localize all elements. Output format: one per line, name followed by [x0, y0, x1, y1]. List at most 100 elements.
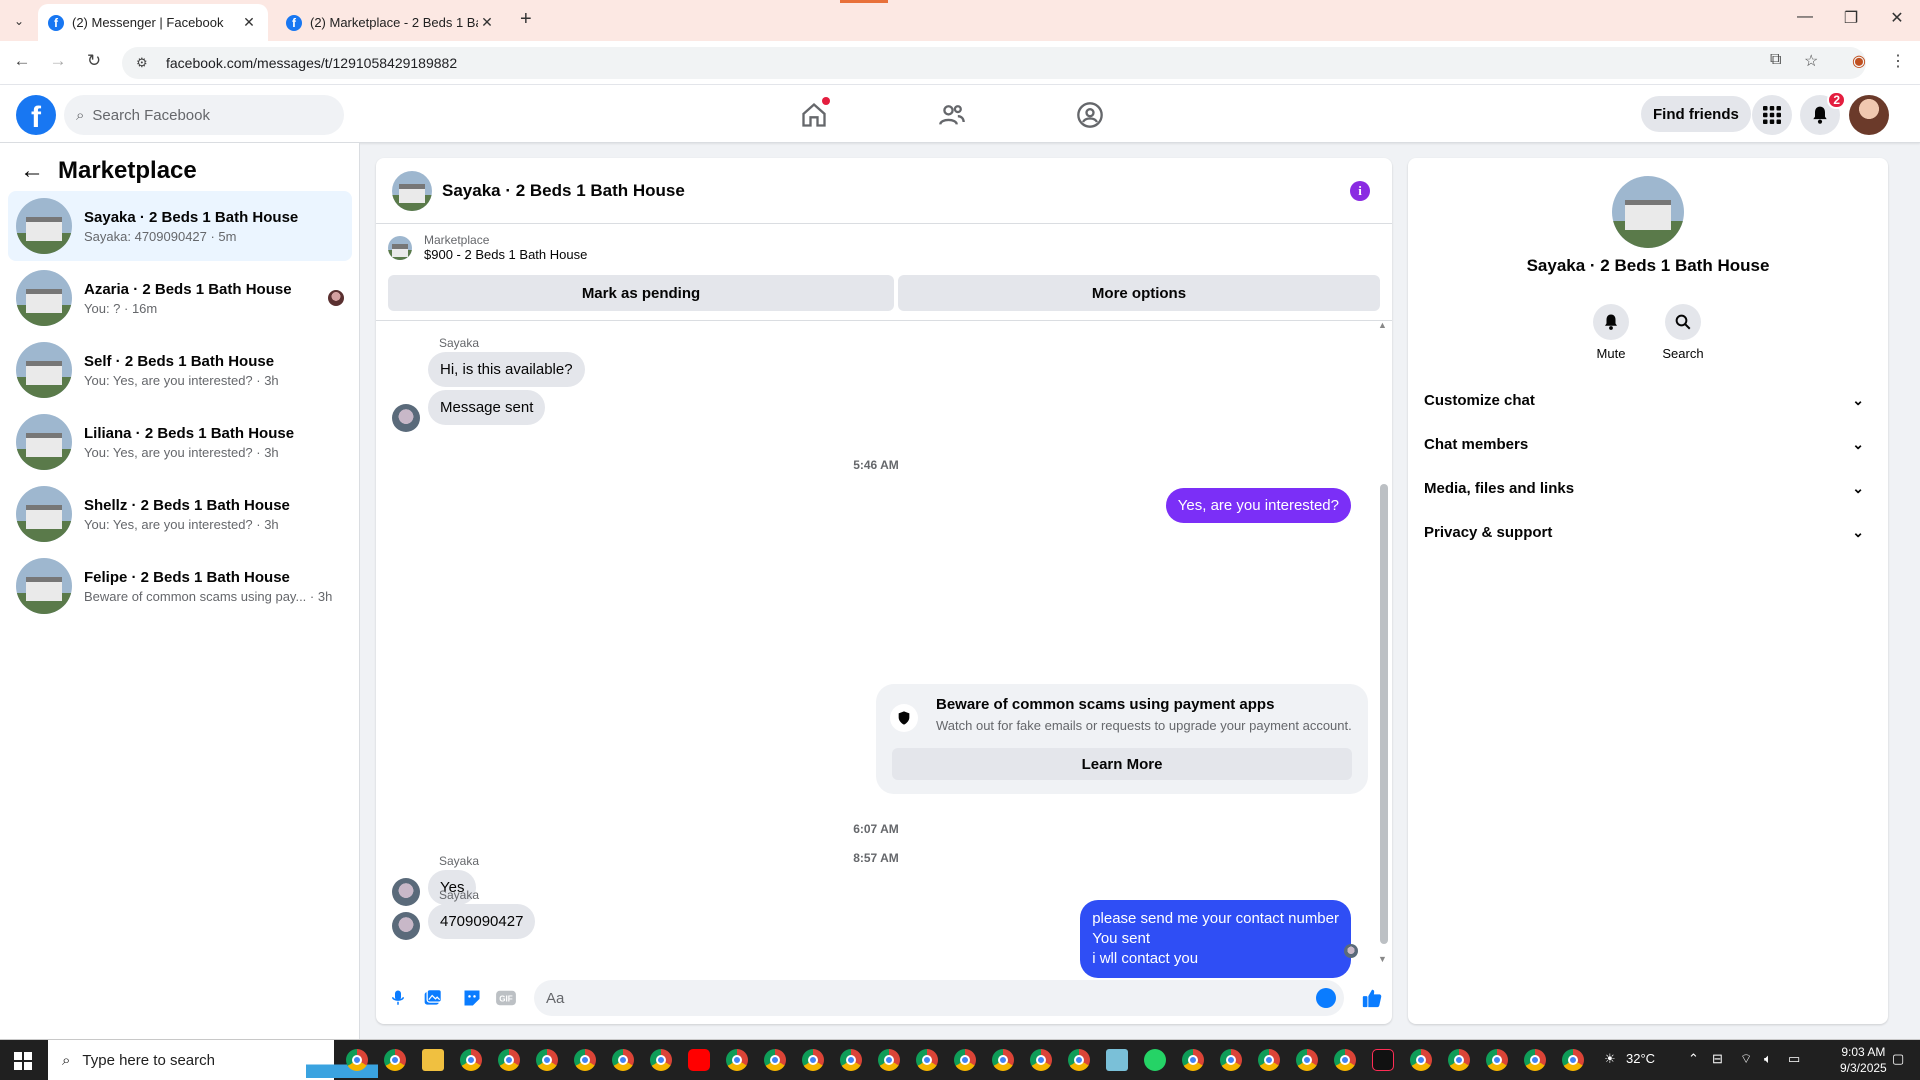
- taskbar-clock[interactable]: 9:03 AM 9/3/2025: [1840, 1044, 1887, 1076]
- chrome-app-icon[interactable]: [1296, 1049, 1318, 1071]
- show-hidden-icons-icon[interactable]: ⌃: [1688, 1051, 1699, 1067]
- whatsapp-icon[interactable]: [1144, 1049, 1166, 1071]
- photo-icon[interactable]: [421, 986, 445, 1010]
- sticker-icon[interactable]: [460, 986, 484, 1010]
- chrome-app-icon[interactable]: [498, 1049, 520, 1071]
- chrome-app-icon[interactable]: [1448, 1049, 1470, 1071]
- emoji-icon[interactable]: [1316, 988, 1336, 1008]
- conversation-item[interactable]: Liliana · 2 Beds 1 Bath House You: Yes, …: [8, 407, 352, 477]
- bookmark-star-icon[interactable]: ☆: [1804, 51, 1818, 71]
- chrome-app-icon[interactable]: [1030, 1049, 1052, 1071]
- chrome-app-icon[interactable]: [1258, 1049, 1280, 1071]
- microphone-icon[interactable]: [386, 986, 410, 1010]
- chat-thumbnail[interactable]: [392, 170, 432, 211]
- volume-icon[interactable]: 🔈︎: [1764, 1051, 1772, 1067]
- chrome-app-icon[interactable]: [536, 1049, 558, 1071]
- menu-grid-icon[interactable]: [1752, 95, 1792, 135]
- weather-icon[interactable]: ☀: [1604, 1051, 1616, 1067]
- chrome-app-icon[interactable]: [878, 1049, 900, 1071]
- conversation-item[interactable]: Felipe · 2 Beds 1 Bath House Beware of c…: [8, 551, 352, 621]
- chrome-app-icon[interactable]: [1182, 1049, 1204, 1071]
- gif-icon[interactable]: GIF: [494, 986, 518, 1010]
- scrollbar-thumb[interactable]: [1380, 484, 1388, 944]
- chat-scrollbar[interactable]: ▲ ▼: [1378, 320, 1388, 964]
- chat-members-section[interactable]: Chat members ⌄: [1424, 422, 1872, 466]
- back-arrow-icon[interactable]: ←: [20, 157, 44, 185]
- home-icon[interactable]: [796, 97, 832, 133]
- like-thumb-icon[interactable]: [1360, 986, 1384, 1010]
- chrome-app-icon[interactable]: [650, 1049, 672, 1071]
- chrome-app-icon[interactable]: [954, 1049, 976, 1071]
- chrome-app-icon[interactable]: [384, 1049, 406, 1071]
- conversation-item[interactable]: Sayaka · 2 Beds 1 Bath House Sayaka: 470…: [8, 191, 352, 261]
- customize-chat-section[interactable]: Customize chat ⌄: [1424, 378, 1872, 422]
- profile-icon[interactable]: ◉: [1852, 51, 1866, 71]
- chrome-app-icon[interactable]: [1220, 1049, 1242, 1071]
- chrome-app-icon[interactable]: [802, 1049, 824, 1071]
- close-tab-icon[interactable]: ✕: [240, 14, 258, 31]
- scroll-up-icon[interactable]: ▲: [1378, 320, 1387, 330]
- chrome-app-icon[interactable]: [1562, 1049, 1584, 1071]
- chrome-app-icon[interactable]: [1334, 1049, 1356, 1071]
- install-app-icon[interactable]: ⧉: [1770, 51, 1781, 69]
- chrome-app-icon[interactable]: [1410, 1049, 1432, 1071]
- account-avatar[interactable]: [1849, 95, 1889, 135]
- scroll-down-icon[interactable]: ▼: [1378, 954, 1387, 964]
- facebook-logo[interactable]: f: [16, 95, 56, 135]
- facebook-search-input[interactable]: ⌕ Search Facebook: [64, 95, 344, 135]
- taskbar-search-input[interactable]: ⌕ Type here to search: [48, 1040, 378, 1080]
- chrome-app-icon[interactable]: [764, 1049, 786, 1071]
- windows-start-icon[interactable]: [14, 1052, 32, 1070]
- more-options-button[interactable]: More options: [898, 275, 1380, 311]
- battery-icon[interactable]: ▭: [1788, 1051, 1800, 1067]
- file-explorer-icon[interactable]: [422, 1049, 444, 1071]
- privacy-support-section[interactable]: Privacy & support ⌄: [1424, 510, 1872, 554]
- chrome-app-icon[interactable]: [916, 1049, 938, 1071]
- bell-icon[interactable]: 2: [1800, 91, 1846, 135]
- maximize-icon[interactable]: ❐: [1828, 8, 1874, 28]
- notifications-icon[interactable]: ▢: [1892, 1051, 1904, 1067]
- groups-icon[interactable]: [1072, 97, 1108, 133]
- mute-button[interactable]: Mute: [1576, 304, 1646, 361]
- close-tab-icon[interactable]: ✕: [478, 14, 496, 31]
- media-files-links-section[interactable]: Media, files and links ⌄: [1424, 466, 1872, 510]
- chat-title[interactable]: Sayaka · 2 Beds 1 Bath House: [442, 181, 685, 201]
- youtube-icon[interactable]: [688, 1049, 710, 1071]
- tab-marketplace[interactable]: f (2) Marketplace - 2 Beds 1 Bath ✕: [276, 4, 506, 41]
- chrome-app-icon[interactable]: [1068, 1049, 1090, 1071]
- new-tab-icon[interactable]: +: [520, 8, 532, 31]
- minimize-icon[interactable]: —: [1782, 8, 1828, 26]
- search-conversation-button[interactable]: Search: [1648, 304, 1718, 361]
- chrome-app-icon[interactable]: [574, 1049, 596, 1071]
- chrome-app-icon[interactable]: [840, 1049, 862, 1071]
- tab-search-icon[interactable]: ⌄: [8, 10, 30, 32]
- chrome-app-icon[interactable]: [612, 1049, 634, 1071]
- mark-as-pending-button[interactable]: Mark as pending: [388, 275, 894, 311]
- chrome-app-icon[interactable]: [1486, 1049, 1508, 1071]
- message-input[interactable]: Aa: [534, 980, 1344, 1016]
- chrome-app-icon[interactable]: [992, 1049, 1014, 1071]
- tab-messenger[interactable]: f (2) Messenger | Facebook ✕: [38, 4, 268, 41]
- wifi-icon[interactable]: ⌔: [1740, 1051, 1752, 1067]
- tiktok-icon[interactable]: [1372, 1049, 1394, 1071]
- reload-icon[interactable]: ↻: [82, 51, 106, 71]
- url-bar[interactable]: ⚙ facebook.com/messages/t/12910584291898…: [122, 47, 1866, 79]
- chrome-app-icon[interactable]: [460, 1049, 482, 1071]
- listing-info[interactable]: Marketplace $900 - 2 Beds 1 Bath House: [388, 233, 587, 262]
- chrome-menu-icon[interactable]: ⋮: [1890, 51, 1906, 71]
- friends-icon[interactable]: [934, 97, 970, 133]
- close-window-icon[interactable]: ✕: [1874, 8, 1920, 28]
- network-icon[interactable]: ⊟: [1712, 1051, 1723, 1067]
- learn-more-button[interactable]: Learn More: [892, 748, 1352, 780]
- chrome-app-icon[interactable]: [346, 1049, 368, 1071]
- find-friends-button[interactable]: Find friends: [1641, 96, 1751, 132]
- back-icon[interactable]: ←: [10, 51, 34, 71]
- notepad-icon[interactable]: [1106, 1049, 1128, 1071]
- forward-icon[interactable]: →: [46, 51, 70, 71]
- site-info-icon[interactable]: ⚙: [136, 55, 154, 71]
- chrome-app-icon[interactable]: [1524, 1049, 1546, 1071]
- conversation-item[interactable]: Self · 2 Beds 1 Bath House You: Yes, are…: [8, 335, 352, 405]
- chrome-app-icon[interactable]: [726, 1049, 748, 1071]
- conversation-item[interactable]: Azaria · 2 Beds 1 Bath House You: ? · 16…: [8, 263, 352, 333]
- weather-temperature[interactable]: 32°C: [1626, 1051, 1655, 1066]
